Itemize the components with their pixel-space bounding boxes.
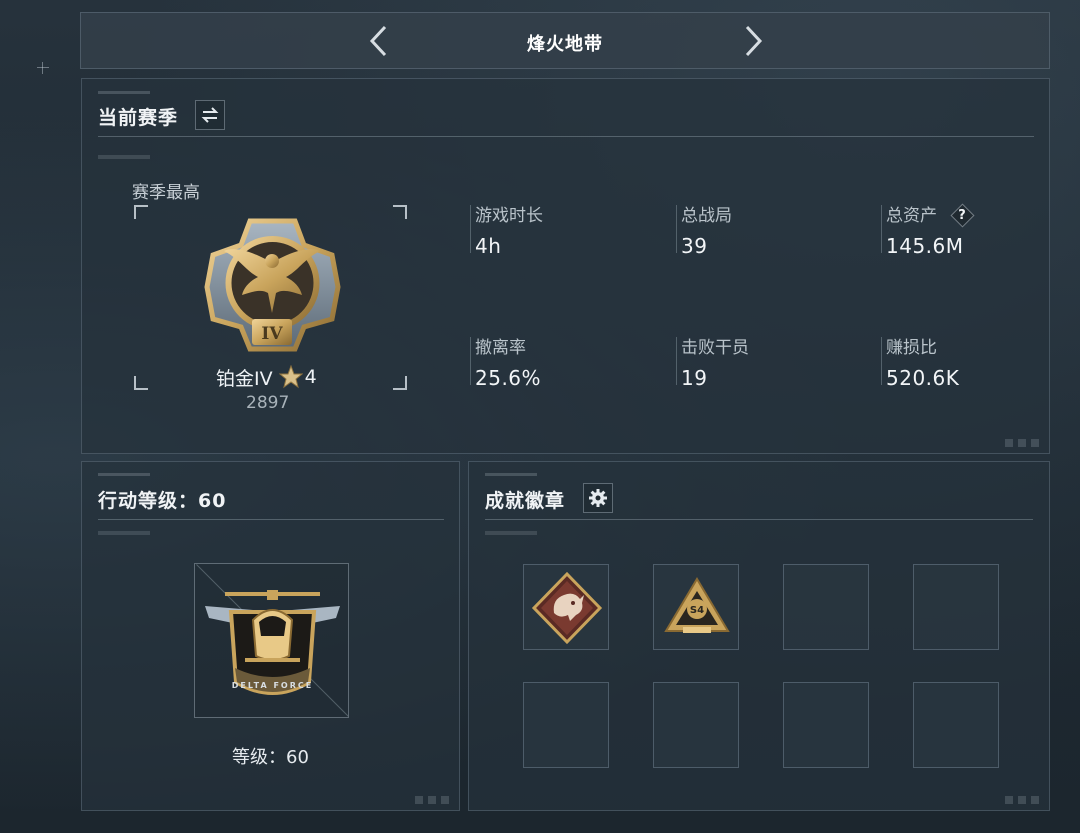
eagle-medal-icon: IV — [204, 218, 341, 352]
stat-value: 39 — [681, 234, 708, 258]
level-title: 行动等级：60 — [98, 490, 227, 512]
svg-text:IV: IV — [261, 324, 283, 344]
help-icon: ? — [958, 207, 966, 223]
rank-medal: IV — [200, 215, 345, 355]
stat-value: 145.6M — [886, 234, 964, 258]
season-best-label: 赛季最高 — [132, 183, 200, 203]
level-caption: 等级：60 — [232, 747, 309, 768]
stat-profit-ratio: 赚损比 520.6K — [881, 337, 959, 389]
panel-code-decoration — [98, 91, 150, 94]
title-divider — [485, 519, 1033, 520]
panel-code-decoration — [98, 473, 150, 476]
chevron-right-icon — [745, 25, 763, 57]
dragon-badge-icon — [531, 571, 603, 645]
stat-operators-defeated: 击败干员 19 — [676, 337, 749, 389]
stat-label: 撤离率 — [475, 338, 526, 358]
helicopter-emblem-icon: DELTA FORCE — [205, 590, 340, 695]
rank-stars: 4 — [304, 366, 317, 388]
badge-slot-empty[interactable] — [653, 682, 739, 768]
panel-code-decoration — [485, 473, 537, 476]
stat-label: 游戏时长 — [475, 206, 543, 226]
season-title: 当前赛季 — [98, 107, 179, 129]
level-badge-frame: DELTA FORCE — [194, 563, 349, 718]
assets-help-button[interactable]: ? — [949, 202, 975, 228]
next-mode-button[interactable] — [735, 23, 771, 59]
rank-score: 2897 — [246, 393, 290, 413]
svg-text:DELTA FORCE: DELTA FORCE — [232, 681, 313, 690]
stat-label: 总战局 — [681, 206, 732, 226]
svg-text:S4: S4 — [690, 605, 704, 616]
mode-title: 烽火地带 — [527, 34, 603, 55]
stat-value: 19 — [681, 366, 708, 390]
badge-slot-empty[interactable] — [523, 682, 609, 768]
frame-corner-tl — [134, 205, 148, 219]
badge-slot-empty[interactable] — [783, 564, 869, 650]
frame-corner-bl — [134, 376, 148, 390]
crosshair-decoration — [37, 62, 49, 74]
panel-bar-decoration — [98, 155, 150, 159]
badge-slot-dragon[interactable] — [523, 564, 609, 650]
gear-icon — [589, 489, 607, 507]
operation-level-panel: 行动等级：60 DELTA FORCE 等级：60 — [81, 461, 460, 811]
mode-header: 烽火地带 — [80, 12, 1050, 69]
achievements-title: 成就徽章 — [485, 490, 566, 512]
switch-season-button[interactable] — [195, 100, 225, 130]
badge-slot-empty[interactable] — [783, 682, 869, 768]
panel-bar-decoration — [485, 531, 537, 535]
panel-bar-decoration — [98, 531, 150, 535]
stat-value: 520.6K — [886, 366, 960, 390]
title-divider — [98, 519, 444, 520]
frame-corner-tr — [393, 205, 407, 219]
stat-value: 25.6% — [475, 366, 542, 390]
rank-line: 铂金IV 4 — [216, 364, 317, 390]
stat-label: 赚损比 — [886, 338, 937, 358]
swap-icon — [201, 107, 219, 123]
frame-corner-br — [393, 376, 407, 390]
stat-value: 4h — [475, 234, 502, 258]
achievements-settings-button[interactable] — [583, 483, 613, 513]
title-divider — [98, 136, 1034, 137]
stat-total-matches: 总战局 39 — [676, 205, 732, 257]
achievements-panel: 成就徽章 S4 — [468, 461, 1050, 811]
stat-label: 击败干员 — [681, 338, 749, 358]
stat-extraction-rate: 撤离率 25.6% — [470, 337, 541, 389]
stat-play-time: 游戏时长 4h — [470, 205, 543, 257]
rank-name: 铂金IV — [216, 367, 273, 390]
star-icon — [278, 365, 303, 389]
badge-slot-empty[interactable] — [913, 682, 999, 768]
current-season-panel: 当前赛季 赛季最高 IV 铂金IV 4 2897 游戏时长 4h 总战局 39 … — [81, 78, 1050, 454]
badge-slot-s4[interactable]: S4 — [653, 564, 739, 650]
s4-badge-icon: S4 — [664, 577, 730, 633]
badge-slot-empty[interactable] — [913, 564, 999, 650]
